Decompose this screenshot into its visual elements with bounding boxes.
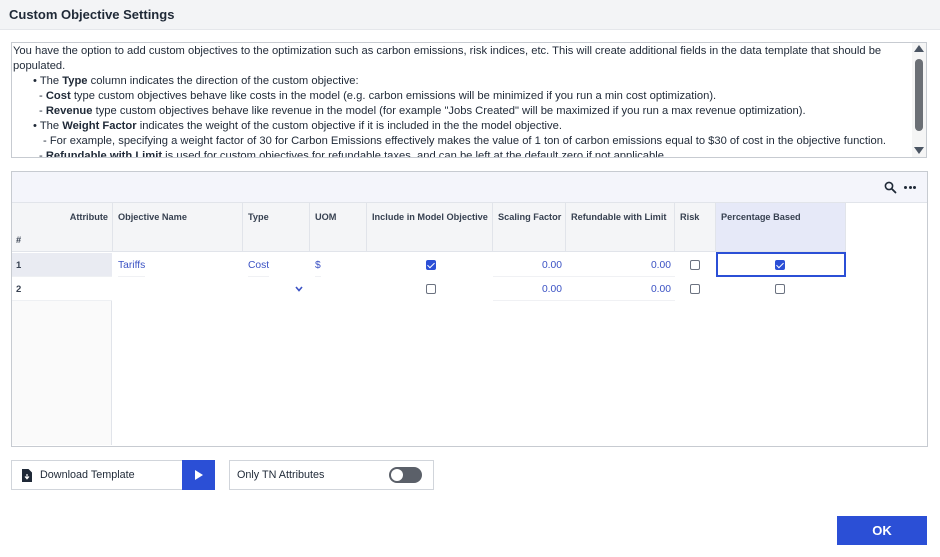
dialog-title-bar: Custom Objective Settings: [0, 0, 940, 30]
info-text-panel[interactable]: You have the option to add custom object…: [11, 42, 927, 158]
play-icon: [195, 470, 203, 480]
run-download-button[interactable]: [182, 460, 215, 490]
column-header-include-in-model-objective[interactable]: Include in Model Objective: [367, 203, 493, 252]
cell-objective-name[interactable]: Tariffs: [118, 253, 146, 277]
percentage-based-checkbox[interactable]: [775, 284, 785, 294]
info-content: You have the option to add custom object…: [13, 44, 911, 158]
risk-checkbox[interactable]: [690, 284, 700, 294]
info-weight-example: - For example, specifying a weight facto…: [43, 135, 887, 147]
percentage-based-checkbox[interactable]: [775, 260, 785, 270]
cell-scaling-factor[interactable]: 0.00: [493, 253, 566, 277]
more-options-icon[interactable]: [904, 186, 916, 190]
info-bullet-type: • The Type column indicates the directio…: [33, 75, 359, 87]
column-header-type[interactable]: Type: [243, 203, 310, 252]
ok-button[interactable]: OK: [837, 516, 927, 545]
column-header-objective-name[interactable]: Objective Name: [113, 203, 243, 252]
risk-checkbox[interactable]: [690, 260, 700, 270]
scroll-down-arrow-icon[interactable]: [914, 147, 924, 154]
grid-toolbar: [12, 172, 927, 203]
row-number[interactable]: 1: [12, 253, 112, 277]
info-scrollbar[interactable]: [912, 43, 926, 157]
cell-refundable-with-limit[interactable]: 0.00: [566, 253, 675, 277]
column-header-risk[interactable]: Risk: [675, 203, 716, 252]
toggle-knob: [391, 469, 403, 481]
only-tn-attributes-toggle[interactable]: [389, 467, 422, 483]
download-template-label: Download Template: [40, 469, 135, 481]
cell-type[interactable]: Cost: [248, 253, 270, 277]
download-template-button[interactable]: Download Template: [11, 460, 183, 490]
cell-refundable-with-limit[interactable]: 0.00: [566, 277, 675, 301]
row-number-header: #: [16, 235, 22, 245]
info-cost-line: - Cost type custom objectives behave lik…: [39, 90, 717, 102]
include-checkbox[interactable]: [426, 260, 436, 270]
info-bullet-weight: • The Weight Factor indicates the weight…: [33, 120, 562, 132]
only-tn-attributes-label: Only TN Attributes: [237, 469, 325, 481]
row-header-filler: [12, 301, 112, 445]
row-number[interactable]: 2: [12, 277, 112, 301]
info-revenue-line: - Revenue type custom objectives behave …: [39, 105, 806, 117]
only-tn-attributes-control: Only TN Attributes: [229, 460, 434, 490]
scroll-thumb[interactable]: [915, 59, 923, 131]
document-download-icon: [22, 469, 32, 482]
info-intro: You have the option to add custom object…: [13, 45, 882, 72]
search-icon[interactable]: [884, 181, 897, 194]
cell-scaling-factor[interactable]: 0.00: [493, 277, 566, 301]
scroll-up-arrow-icon[interactable]: [914, 45, 924, 52]
column-header-scaling-factor[interactable]: Scaling Factor: [493, 203, 566, 252]
column-header-percentage-based[interactable]: Percentage Based: [716, 203, 846, 252]
column-header-refundable-with-limit[interactable]: Refundable with Limit: [566, 203, 675, 252]
column-header-uom[interactable]: UOM: [310, 203, 367, 252]
chevron-down-icon[interactable]: [295, 286, 303, 292]
include-checkbox[interactable]: [426, 284, 436, 294]
info-refundable-line: - Refundable with Limit is used for cust…: [39, 150, 668, 158]
column-header-attribute: Attribute #: [12, 203, 113, 252]
objectives-grid: Attribute # Objective Name Type UOM Incl…: [11, 171, 928, 447]
cell-uom[interactable]: $: [315, 253, 321, 277]
dialog-title: Custom Objective Settings: [9, 7, 175, 22]
